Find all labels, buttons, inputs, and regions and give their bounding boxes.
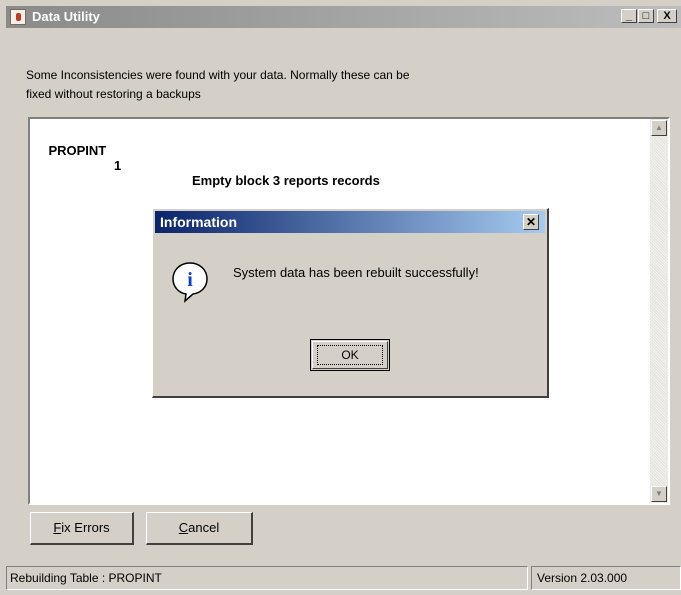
- table-name: PROPINT: [48, 143, 107, 158]
- dialog-title-bar: Information ✕: [155, 211, 545, 233]
- error-message: Empty block 3 reports records: [192, 173, 380, 188]
- information-dialog: Information ✕ i System data has been reb…: [152, 208, 549, 398]
- dialog-message: System data has been rebuilt successfull…: [233, 265, 479, 280]
- ok-label: OK: [317, 345, 383, 365]
- intro-text: Some Inconsistencies were found with you…: [26, 66, 566, 104]
- cancel-label: ancel: [188, 520, 220, 535]
- information-icon: i: [171, 261, 209, 306]
- dialog-close-button[interactable]: ✕: [523, 214, 539, 230]
- cancel-button[interactable]: Cancel: [146, 512, 253, 545]
- error-number: 1: [114, 158, 122, 173]
- window-title: Data Utility: [32, 9, 100, 24]
- cancel-accel: C: [178, 520, 189, 535]
- vertical-scrollbar[interactable]: ▲ ▼: [650, 119, 668, 503]
- scroll-up-button[interactable]: ▲: [651, 120, 667, 136]
- fix-errors-button[interactable]: Fix Errors: [30, 512, 134, 545]
- status-bar: Rebuilding Table : PROPINT Version 2.03.…: [6, 566, 681, 590]
- close-button[interactable]: X: [657, 9, 677, 23]
- version-label: Version 2.03.000: [531, 566, 681, 590]
- ok-button[interactable]: OK: [310, 339, 390, 371]
- scroll-down-button[interactable]: ▼: [651, 486, 667, 502]
- app-icon: [10, 9, 26, 25]
- list-item[interactable]: PROPINT 1 Empty block 3 reports records: [34, 128, 379, 203]
- maximize-button[interactable]: □: [638, 9, 654, 23]
- information-glyph: i: [187, 269, 193, 291]
- status-message: Rebuilding Table : PROPINT: [6, 566, 528, 590]
- intro-line-2: fixed without restoring a backups: [26, 87, 201, 101]
- title-bar: Data Utility _ □ X: [6, 6, 681, 28]
- intro-line-1: Some Inconsistencies were found with you…: [26, 68, 410, 82]
- minimize-button[interactable]: _: [621, 9, 637, 23]
- fix-errors-label: ix Errors: [61, 520, 110, 535]
- dialog-title: Information: [160, 214, 237, 230]
